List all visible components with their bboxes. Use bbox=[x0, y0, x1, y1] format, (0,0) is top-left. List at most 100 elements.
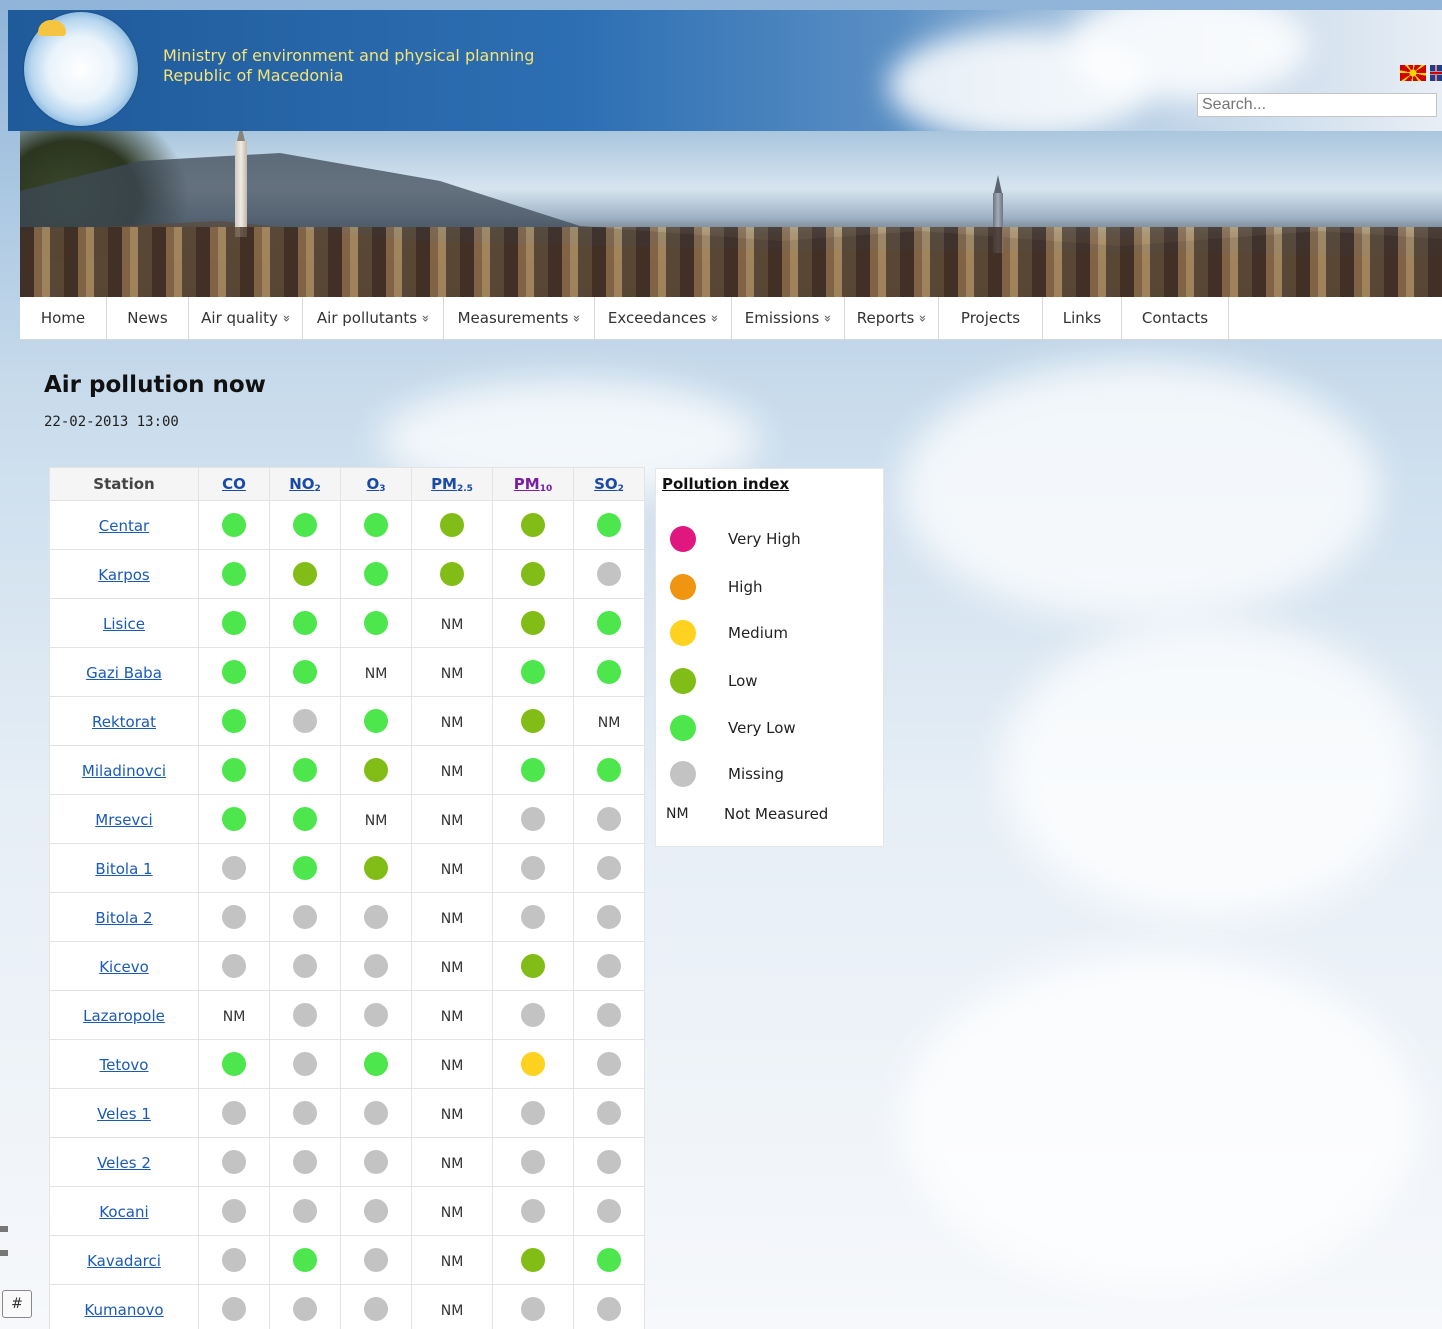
search-input[interactable] bbox=[1197, 93, 1437, 117]
nav-item-projects[interactable]: Projects bbox=[939, 297, 1043, 339]
value-cell bbox=[573, 892, 645, 942]
value-cell bbox=[340, 1284, 412, 1329]
english-flag-icon[interactable] bbox=[1430, 65, 1442, 81]
pollutant-header-o3[interactable]: O3 bbox=[340, 467, 412, 501]
pollutant-subscript: 10 bbox=[539, 483, 553, 494]
table-row: Karpos bbox=[49, 549, 645, 599]
station-link[interactable]: Lazaropole bbox=[83, 1007, 165, 1025]
index-dot-x bbox=[293, 1101, 317, 1125]
station-link[interactable]: Gazi Baba bbox=[86, 664, 162, 682]
station-link[interactable]: Centar bbox=[99, 517, 149, 535]
station-link[interactable]: Kavadarci bbox=[87, 1252, 161, 1270]
value-cell bbox=[269, 549, 341, 599]
value-cell bbox=[573, 647, 645, 697]
nav-item-measurements[interactable]: Measurements» bbox=[444, 297, 595, 339]
table-row: Gazi Baba NM NM bbox=[49, 647, 645, 697]
nav-item-links[interactable]: Links bbox=[1043, 297, 1122, 339]
pollutant-header-pm25[interactable]: PM2.5 bbox=[411, 467, 493, 501]
value-cell bbox=[573, 745, 645, 795]
nav-item-news[interactable]: News bbox=[107, 297, 189, 339]
station-link[interactable]: Veles 2 bbox=[97, 1154, 151, 1172]
not-measured-label: NM bbox=[440, 1302, 464, 1319]
index-dot-x bbox=[521, 856, 545, 880]
value-cell bbox=[269, 843, 341, 893]
legend-symbol bbox=[670, 526, 728, 552]
value-cell bbox=[269, 500, 341, 550]
nav-item-air-pollutants[interactable]: Air pollutants» bbox=[303, 297, 444, 339]
page: Ministry of environment and physical pla… bbox=[0, 0, 1442, 1329]
nav-item-reports[interactable]: Reports» bbox=[845, 297, 939, 339]
station-link[interactable]: Kicevo bbox=[99, 958, 149, 976]
hash-button[interactable]: # bbox=[2, 1290, 32, 1318]
value-cell bbox=[492, 1284, 574, 1329]
station-link[interactable]: Bitola 1 bbox=[95, 860, 152, 878]
index-dot-vl bbox=[597, 758, 621, 782]
station-link[interactable]: Lisice bbox=[103, 615, 145, 633]
station-cell: Lisice bbox=[49, 598, 199, 648]
value-cell bbox=[492, 500, 574, 550]
index-dot-x bbox=[597, 905, 621, 929]
pollutant-header-so2[interactable]: SO2 bbox=[573, 467, 645, 501]
index-dot-x bbox=[293, 709, 317, 733]
nav-item-emissions[interactable]: Emissions» bbox=[732, 297, 845, 339]
station-link[interactable]: Veles 1 bbox=[97, 1105, 151, 1123]
station-link[interactable]: Kocani bbox=[99, 1203, 148, 1221]
index-dot-l bbox=[521, 1248, 545, 1272]
value-cell bbox=[492, 1137, 574, 1187]
legend-dot-l bbox=[670, 668, 696, 694]
nav-item-exceedances[interactable]: Exceedances» bbox=[595, 297, 732, 339]
station-link[interactable]: Tetovo bbox=[100, 1056, 149, 1074]
minaret-left bbox=[235, 131, 247, 237]
table-row: Rektorat NM NM bbox=[49, 696, 645, 746]
index-dot-l bbox=[293, 562, 317, 586]
not-measured-label: NM bbox=[597, 714, 621, 731]
index-dot-x bbox=[597, 1052, 621, 1076]
index-dot-x bbox=[364, 1003, 388, 1027]
not-measured-label: NM bbox=[440, 861, 464, 878]
value-cell bbox=[573, 549, 645, 599]
edge-mark bbox=[0, 1226, 8, 1232]
station-link[interactable]: Karpos bbox=[98, 566, 149, 584]
station-link[interactable]: Bitola 2 bbox=[95, 909, 152, 927]
index-dot-vl bbox=[521, 660, 545, 684]
legend-title: Pollution index bbox=[662, 475, 790, 493]
value-cell bbox=[340, 892, 412, 942]
not-measured-label: NM bbox=[440, 1008, 464, 1025]
value-cell bbox=[198, 892, 270, 942]
index-dot-x bbox=[597, 1101, 621, 1125]
index-dot-x bbox=[222, 1101, 246, 1125]
legend-label: Very High bbox=[728, 530, 801, 548]
value-cell bbox=[340, 1235, 412, 1285]
station-link[interactable]: Miladinovci bbox=[82, 762, 166, 780]
table-row: Miladinovci NM bbox=[49, 745, 645, 795]
not-measured-label: NM bbox=[440, 1204, 464, 1221]
ministry-logo[interactable] bbox=[24, 12, 138, 126]
station-cell: Kavadarci bbox=[49, 1235, 199, 1285]
pollutant-header-no2[interactable]: NO2 bbox=[269, 467, 341, 501]
pollutant-header-pm10[interactable]: PM10 bbox=[492, 467, 574, 501]
value-cell bbox=[198, 1235, 270, 1285]
index-dot-x bbox=[597, 856, 621, 880]
ministry-name: Ministry of environment and physical pla… bbox=[163, 46, 534, 86]
legend-item: Very High bbox=[670, 526, 801, 552]
station-column-header: Station bbox=[49, 467, 199, 501]
value-cell bbox=[340, 1039, 412, 1089]
index-dot-vl bbox=[364, 1052, 388, 1076]
index-dot-vl bbox=[293, 611, 317, 635]
index-dot-x bbox=[222, 1199, 246, 1223]
nav-item-air-quality[interactable]: Air quality» bbox=[189, 297, 303, 339]
value-cell bbox=[198, 598, 270, 648]
station-cell: Karpos bbox=[49, 549, 199, 599]
value-cell bbox=[492, 990, 574, 1040]
nav-item-home[interactable]: Home bbox=[20, 297, 107, 339]
pollutant-symbol: NO bbox=[289, 474, 315, 493]
index-dot-vl bbox=[222, 709, 246, 733]
station-link[interactable]: Mrsevci bbox=[95, 811, 152, 829]
station-link[interactable]: Rektorat bbox=[92, 713, 156, 731]
banner-city bbox=[20, 227, 1442, 297]
value-cell bbox=[269, 1137, 341, 1187]
station-link[interactable]: Kumanovo bbox=[84, 1301, 163, 1319]
nav-item-contacts[interactable]: Contacts bbox=[1122, 297, 1229, 339]
macedonian-flag-icon[interactable] bbox=[1400, 65, 1426, 81]
pollutant-header-co[interactable]: CO bbox=[198, 467, 270, 501]
